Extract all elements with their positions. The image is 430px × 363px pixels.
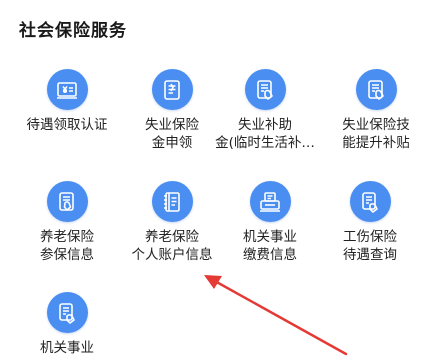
- service-label-line2: 能提升补贴: [342, 135, 410, 151]
- service-label-line1: 失业保险技: [342, 117, 410, 133]
- service-label-line2: 个人账户信息: [131, 247, 213, 263]
- service-label-line1: 养老保险: [40, 229, 94, 245]
- service-tile-pension-enrollment[interactable]: 养老保险 参保信息: [19, 181, 115, 264]
- service-label-line2: 缴费信息: [243, 247, 297, 263]
- phone-document-icon: [46, 181, 88, 222]
- service-tile-skill-subsidy[interactable]: 失业保险技 能提升补贴: [328, 69, 424, 152]
- service-label-line1: 养老保险: [145, 229, 199, 245]
- service-tile-injury-benefit[interactable]: 工伤保险 待遇查询: [322, 181, 418, 264]
- service-tile-institution-payment[interactable]: 机关事业 缴费信息: [222, 181, 318, 264]
- social-insurance-page: 社会保险服务 待遇领取认证 失业保险 金申领 失业补助 金(临时生活补… 失业保…: [0, 0, 430, 363]
- service-tile-unemployment-claim[interactable]: 失业保险 金申领: [124, 69, 220, 152]
- service-label-line1: 失业补助: [238, 117, 292, 133]
- service-label-line1: 待遇领取认证: [26, 117, 108, 133]
- service-tile-institution-more[interactable]: 机关事业: [19, 292, 115, 357]
- service-label-line2: 待遇查询: [343, 247, 397, 263]
- arrow-head: [204, 275, 222, 289]
- service-tile-unemployment-subsidy[interactable]: 失业补助 金(临时生活补…: [215, 69, 315, 152]
- phone-document-icon: [244, 69, 286, 110]
- service-tile-pension-account[interactable]: 养老保险 个人账户信息: [124, 181, 220, 264]
- service-tile-benefit-certification[interactable]: 待遇领取认证: [19, 69, 115, 134]
- service-label-line1: 工伤保险: [343, 229, 397, 245]
- yuan-card-icon: [46, 69, 88, 110]
- arrow-shaft: [211, 278, 348, 356]
- document-icon: [151, 69, 193, 110]
- phone-document-icon: [355, 69, 397, 110]
- service-label-line2: 金(临时生活补…: [215, 135, 315, 151]
- section-title: 社会保险服务: [19, 21, 127, 41]
- hand-document-icon: [46, 292, 88, 333]
- book-icon: [151, 181, 193, 222]
- printer-icon: [249, 181, 291, 222]
- hand-document-icon: [349, 181, 391, 222]
- service-label-line1: 机关事业: [40, 340, 94, 356]
- service-label-line1: 机关事业: [243, 229, 297, 245]
- service-label-line2: 参保信息: [40, 247, 94, 263]
